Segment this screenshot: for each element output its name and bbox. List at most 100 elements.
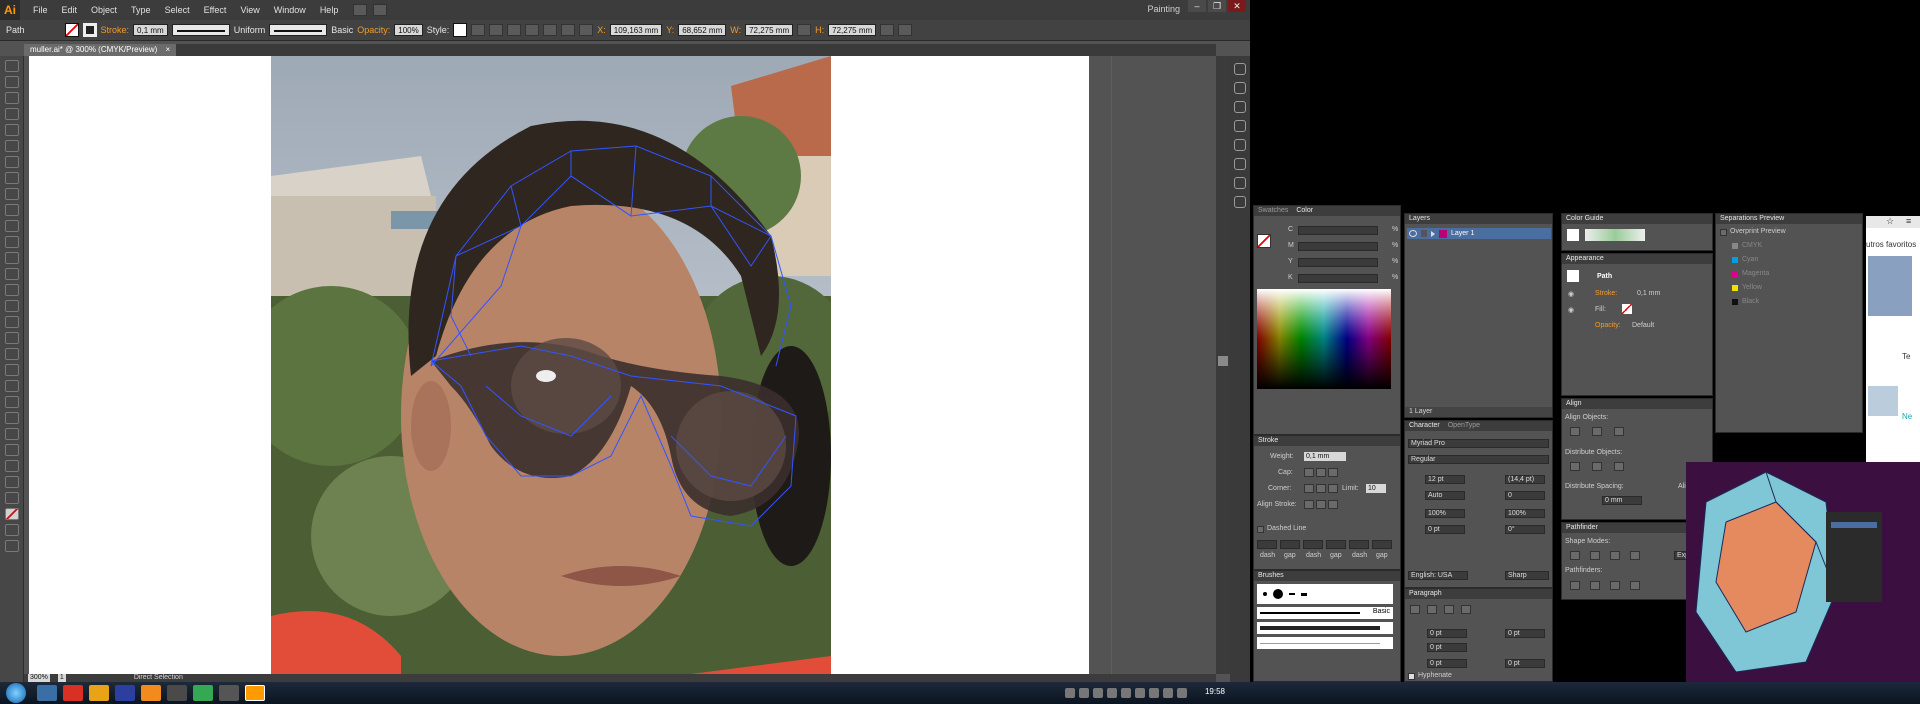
brush-tip-chisel[interactable] xyxy=(1301,592,1307,596)
limit-field[interactable]: 10 xyxy=(1366,484,1386,493)
minimize-icon[interactable]: – xyxy=(1188,0,1206,12)
explorer-taskbar-icon[interactable] xyxy=(37,685,57,701)
fill-eye-icon[interactable]: ◉ xyxy=(1568,306,1574,314)
type-tool-icon[interactable] xyxy=(4,140,19,152)
right-indent-field[interactable]: 0 pt xyxy=(1505,629,1545,638)
butt-cap-icon[interactable] xyxy=(1304,468,1314,477)
hand-tool-icon[interactable] xyxy=(4,476,19,488)
round-join-icon[interactable] xyxy=(1316,484,1326,493)
tab-close-icon[interactable]: × xyxy=(166,45,171,54)
paragraph-panel-title[interactable]: Paragraph xyxy=(1409,589,1442,599)
artboards-icon[interactable] xyxy=(1234,177,1246,189)
document-tab[interactable]: muller.ai* @ 300% (CMYK/Preview) × xyxy=(24,44,177,56)
align-center-icon[interactable] xyxy=(507,24,522,36)
horizontal-scale-field[interactable]: 100% xyxy=(1505,509,1545,518)
gap-field-1[interactable] xyxy=(1280,540,1300,549)
blob-brush-tool-icon[interactable] xyxy=(4,220,19,232)
fill-stroke-proxy-icon[interactable] xyxy=(1257,234,1271,248)
tool-taskbar-icon[interactable] xyxy=(219,685,239,701)
kerning-field[interactable]: Auto xyxy=(1425,491,1465,500)
appearance-stroke-label[interactable]: Stroke: xyxy=(1595,290,1617,297)
stroke-weight-field[interactable]: 0,1 mm xyxy=(133,24,168,36)
divide-icon[interactable] xyxy=(1570,581,1580,590)
start-button-icon[interactable] xyxy=(6,683,26,703)
ink-yellow[interactable]: Yellow xyxy=(1742,284,1762,291)
ink-cmyk[interactable]: CMYK xyxy=(1742,242,1762,249)
intersect-icon[interactable] xyxy=(1610,551,1620,560)
pencil-tool-icon[interactable] xyxy=(4,204,19,216)
stroke-eye-icon[interactable]: ◉ xyxy=(1568,290,1574,298)
space-after-field[interactable]: 0 pt xyxy=(1505,659,1545,668)
rotate-tool-icon[interactable] xyxy=(4,252,19,264)
round-cap-icon[interactable] xyxy=(1316,468,1326,477)
eyedropper-tool-icon[interactable] xyxy=(4,380,19,392)
projecting-cap-icon[interactable] xyxy=(1328,468,1338,477)
pen-tool-icon[interactable] xyxy=(4,124,19,136)
distribute-top-icon[interactable] xyxy=(1570,462,1580,471)
character-rotation-field[interactable]: 0° xyxy=(1505,525,1545,534)
align-middle-icon[interactable] xyxy=(561,24,576,36)
align-top-icon[interactable] xyxy=(543,24,558,36)
zoom-level[interactable]: 300% xyxy=(28,674,50,682)
opacity-field[interactable]: 100% xyxy=(394,24,423,36)
scale-tool-icon[interactable] xyxy=(4,268,19,280)
harmony-colors[interactable] xyxy=(1585,229,1645,241)
scroll-thumb[interactable] xyxy=(1218,356,1228,366)
variable-width-profile[interactable] xyxy=(171,24,230,36)
expand-arrow-icon[interactable] xyxy=(1431,230,1435,237)
gradient-panel-icon[interactable] xyxy=(1234,120,1246,132)
links-icon[interactable] xyxy=(1234,196,1246,208)
hyphenate-checkbox[interactable] xyxy=(1408,673,1415,680)
paintbrush-tool-icon[interactable] xyxy=(4,188,19,200)
taskbar-clock[interactable]: 19:58 xyxy=(1205,687,1225,696)
crop-icon[interactable] xyxy=(1630,581,1640,590)
close-icon[interactable]: ✕ xyxy=(1228,0,1246,12)
direct-selection-tool-icon[interactable] xyxy=(4,76,19,88)
rectangle-tool-icon[interactable] xyxy=(4,172,19,184)
free-transform-tool-icon[interactable] xyxy=(4,300,19,312)
width-tool-icon[interactable] xyxy=(4,284,19,296)
symbol-sprayer-tool-icon[interactable] xyxy=(4,412,19,424)
vertical-scale-field[interactable]: 100% xyxy=(1425,509,1465,518)
unite-icon[interactable] xyxy=(1570,551,1580,560)
graphic-style-swatch[interactable] xyxy=(453,23,468,37)
align-left-icon[interactable] xyxy=(489,24,504,36)
info-icon[interactable] xyxy=(1234,82,1246,94)
stroke-label[interactable]: Stroke: xyxy=(101,25,130,35)
align-title[interactable]: Align xyxy=(1566,399,1582,409)
charcoal-brush[interactable] xyxy=(1257,622,1393,634)
space-before-field[interactable]: 0 pt xyxy=(1427,659,1467,668)
current-tool-status[interactable]: Direct Selection xyxy=(134,674,183,682)
distribute-bottom-icon[interactable] xyxy=(1614,462,1624,471)
first-line-indent-field[interactable]: 0 pt xyxy=(1427,643,1467,652)
tray-icon-2[interactable] xyxy=(1079,688,1089,698)
bookmark-star-icon[interactable]: ☆ xyxy=(1886,216,1894,227)
miter-join-icon[interactable] xyxy=(1304,484,1314,493)
line-tool-icon[interactable] xyxy=(4,156,19,168)
align-center-stroke-icon[interactable] xyxy=(1304,500,1314,509)
black-slider[interactable] xyxy=(1298,274,1378,283)
app-taskbar-icon[interactable] xyxy=(89,685,109,701)
ink-black[interactable]: Black xyxy=(1742,298,1759,305)
justify-left-icon[interactable] xyxy=(1461,605,1471,614)
illustrator-taskbar-icon[interactable] xyxy=(245,685,265,701)
fill-none-swatch[interactable] xyxy=(1622,304,1632,314)
photoshop-taskbar-icon[interactable] xyxy=(115,685,135,701)
navigator-icon[interactable] xyxy=(1234,63,1246,75)
portrait-photo[interactable] xyxy=(271,56,831,674)
menu-select[interactable]: Select xyxy=(158,5,197,15)
menu-effect[interactable]: Effect xyxy=(197,5,234,15)
align-right-text-icon[interactable] xyxy=(1444,605,1454,614)
brushes-panel-title[interactable]: Brushes xyxy=(1258,571,1284,581)
constrain-link-icon[interactable] xyxy=(797,24,812,36)
lasso-tool-icon[interactable] xyxy=(4,108,19,120)
menu-help[interactable]: Help xyxy=(313,5,346,15)
mesh-tool-icon[interactable] xyxy=(4,348,19,360)
weight-field[interactable]: 0,1 mm xyxy=(1304,452,1346,461)
brush-tip-flat[interactable] xyxy=(1289,593,1295,595)
swatches-tab[interactable]: Swatches xyxy=(1258,206,1288,216)
transform-icon[interactable] xyxy=(880,24,895,36)
trim-icon[interactable] xyxy=(1590,581,1600,590)
align-inside-stroke-icon[interactable] xyxy=(1316,500,1326,509)
tray-icon-5[interactable] xyxy=(1121,688,1131,698)
